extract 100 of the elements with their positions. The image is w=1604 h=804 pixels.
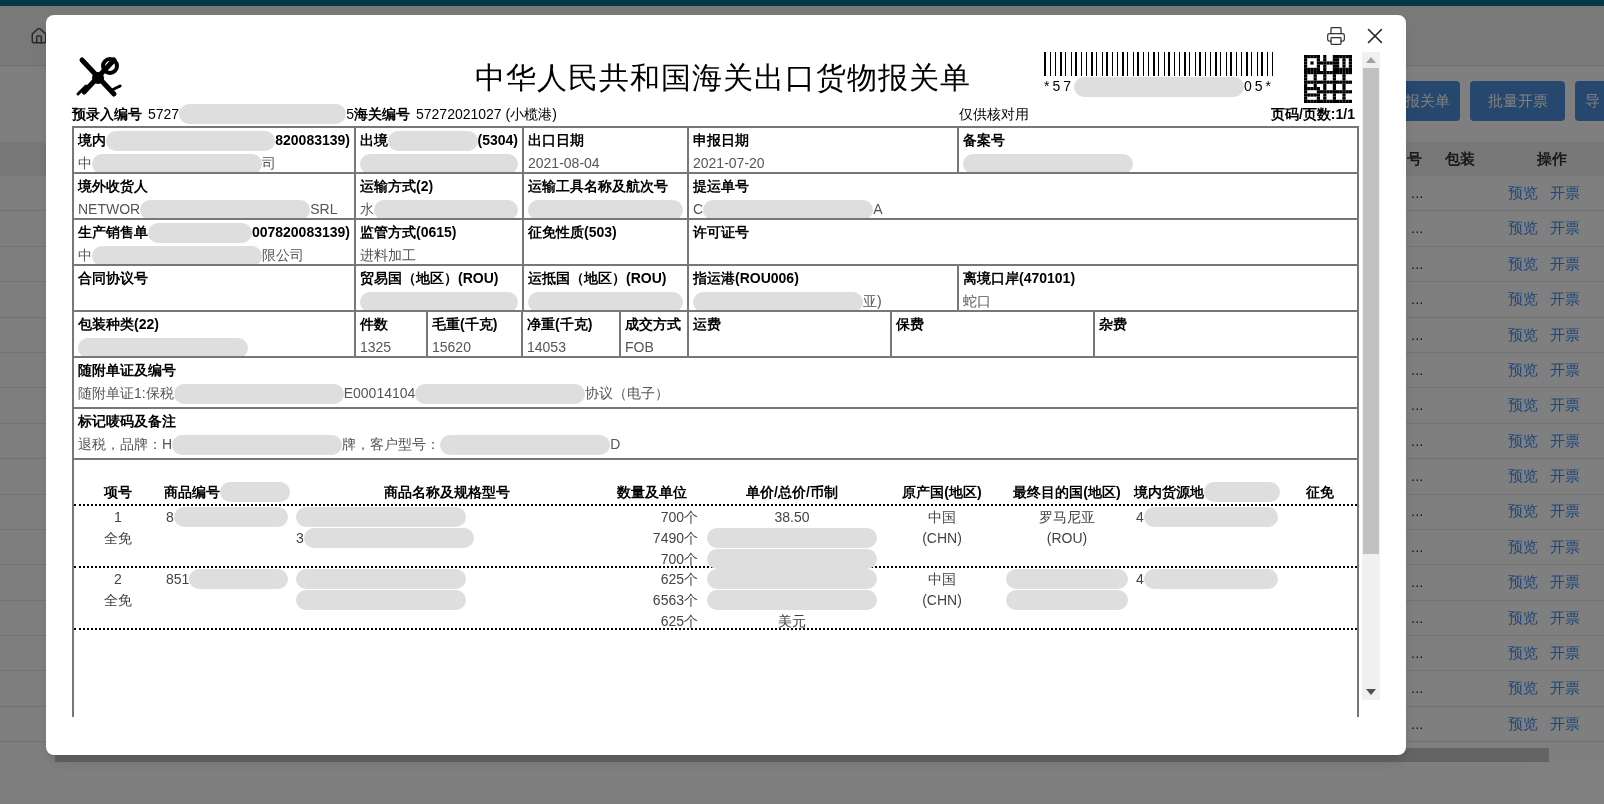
table-cell-text: 全免 — [104, 528, 132, 548]
action-link[interactable]: 开票 — [1550, 181, 1580, 205]
field-label: 净重(千克) — [527, 315, 593, 334]
field-value: 牌，客户型号： — [342, 435, 441, 454]
action-link[interactable]: 预览 — [1508, 252, 1538, 276]
action-link[interactable]: 开票 — [1550, 712, 1580, 736]
crossed-key-wrench-icon — [74, 54, 124, 100]
table-cell-text: 700个 — [660, 549, 698, 569]
info-value: 5 — [346, 104, 354, 124]
field-value: 15620 — [432, 338, 471, 356]
action-link[interactable]: 开票 — [1550, 571, 1580, 594]
action-link[interactable]: 开票 — [1550, 358, 1580, 382]
field-label: 保费 — [896, 315, 924, 334]
action-link[interactable]: 预览 — [1508, 323, 1538, 346]
field-value: D — [610, 435, 621, 454]
action-link[interactable]: 开票 — [1550, 606, 1580, 630]
field-label: 007820083139) — [251, 223, 350, 242]
action-link[interactable]: 开票 — [1550, 323, 1580, 346]
action-link[interactable]: 预览 — [1508, 571, 1538, 594]
column-header: 最终目的国(地区) — [1013, 482, 1121, 502]
action-link[interactable]: 预览 — [1508, 465, 1538, 488]
field-label: 毛重(千克) — [432, 315, 498, 334]
field-label: 贸易国（地区）(ROU) — [360, 269, 499, 288]
action-link[interactable]: 开票 — [1550, 677, 1580, 700]
table-cell-text: 中国 — [928, 569, 956, 589]
action-link[interactable]: 预览 — [1508, 394, 1538, 417]
action-link[interactable]: 预览 — [1508, 217, 1538, 240]
action-link[interactable]: 预览 — [1508, 500, 1538, 523]
action-link[interactable]: 预览 — [1508, 712, 1538, 736]
field-value: 14053 — [527, 338, 566, 356]
action-link[interactable]: 预览 — [1508, 358, 1538, 382]
action-link[interactable]: 预览 — [1508, 181, 1538, 205]
field-value: 中 — [78, 154, 92, 172]
field-label: 标记唛码及备注 — [78, 412, 176, 431]
action-link[interactable]: 开票 — [1550, 535, 1580, 559]
table-cell-text: ... — [1411, 289, 1424, 310]
table-cell-text: 4 — [1136, 569, 1144, 589]
field-label: 提运单号 — [693, 177, 749, 196]
table-cell-text: 3 — [296, 528, 304, 548]
field-value: 亚) — [863, 292, 882, 310]
scrollbar[interactable] — [1362, 52, 1380, 700]
field-value: 蛇口 — [963, 292, 991, 310]
action-link[interactable]: 预览 — [1508, 535, 1538, 559]
action-link[interactable]: 预览 — [1508, 642, 1538, 665]
action-link[interactable]: 预览 — [1508, 429, 1538, 453]
action-link[interactable]: 预览 — [1508, 288, 1538, 311]
field-value: A — [873, 200, 883, 218]
barcode-number: 05* — [1244, 77, 1275, 96]
redaction-blur — [220, 481, 290, 502]
table-cell-text: 851 — [166, 569, 190, 589]
table-cell-text: ... — [1411, 359, 1424, 380]
field-label: 指运港(ROU006) — [693, 269, 799, 288]
column-header: 商品名称及规格型号 — [384, 482, 510, 502]
scroll-down-icon[interactable] — [1366, 689, 1376, 695]
field-value: 限公司 — [262, 246, 304, 264]
document-title: 中华人民共和国海关出口货物报关单 — [475, 59, 971, 97]
action-link[interactable]: 开票 — [1550, 394, 1580, 417]
field-value: 中 — [78, 246, 92, 264]
action-link[interactable]: 开票 — [1550, 288, 1580, 311]
field-label: 包装种类(22) — [78, 315, 159, 334]
field-label: 运输方式(2) — [360, 177, 434, 196]
verification-note: 仅供核对用 — [958, 104, 1030, 124]
field-label: (5304) — [477, 131, 518, 150]
print-icon[interactable] — [1326, 25, 1346, 46]
field-value: SRL — [310, 200, 338, 218]
field-label: 监管方式(0615) — [360, 223, 457, 242]
toolbar-button[interactable]: 导 — [1575, 81, 1604, 121]
barcode-number: *57 — [1044, 77, 1075, 96]
action-link[interactable]: 开票 — [1550, 500, 1580, 523]
toolbar-button[interactable]: 批量开票 — [1470, 81, 1565, 121]
table-cell-text: ... — [1411, 678, 1424, 699]
home-icon[interactable] — [30, 26, 48, 45]
table-cell-text: 8 — [166, 507, 174, 527]
table-cell-text: 6563个 — [652, 590, 698, 610]
table-cell-text: 7490个 — [652, 528, 698, 548]
field-value: E00014104 — [343, 384, 416, 403]
field-value: 1325 — [360, 338, 392, 356]
action-link[interactable]: 开票 — [1550, 217, 1580, 240]
action-link[interactable]: 开票 — [1550, 465, 1580, 488]
field-value: 进料加工 — [360, 246, 416, 264]
action-link[interactable]: 预览 — [1508, 606, 1538, 630]
field-label: 运抵国（地区）(ROU) — [528, 269, 667, 288]
qr-code-icon — [1304, 55, 1352, 103]
field-value: 2021-08-04 — [528, 154, 600, 172]
field-label: 生产销售单 — [78, 223, 148, 242]
table-cell-text: ... — [1411, 395, 1424, 416]
action-link[interactable]: 开票 — [1550, 642, 1580, 665]
info-label: 预录入编号 — [72, 104, 142, 124]
table-cell-text: ... — [1411, 501, 1424, 522]
action-link[interactable]: 开票 — [1550, 252, 1580, 276]
table-cell-text: 625个 — [660, 569, 698, 589]
field-label: 境外收货人 — [78, 177, 148, 196]
column-header: 号 — [1407, 148, 1422, 169]
action-link[interactable]: 开票 — [1550, 429, 1580, 453]
column-header: 原产国(地区) — [902, 482, 982, 502]
table-cell-text: 1 — [114, 507, 122, 527]
field-value: 协议（电子） — [585, 384, 670, 403]
action-link[interactable]: 预览 — [1508, 677, 1538, 700]
table-cell-text: ... — [1411, 572, 1424, 593]
field-value: FOB — [625, 338, 654, 356]
